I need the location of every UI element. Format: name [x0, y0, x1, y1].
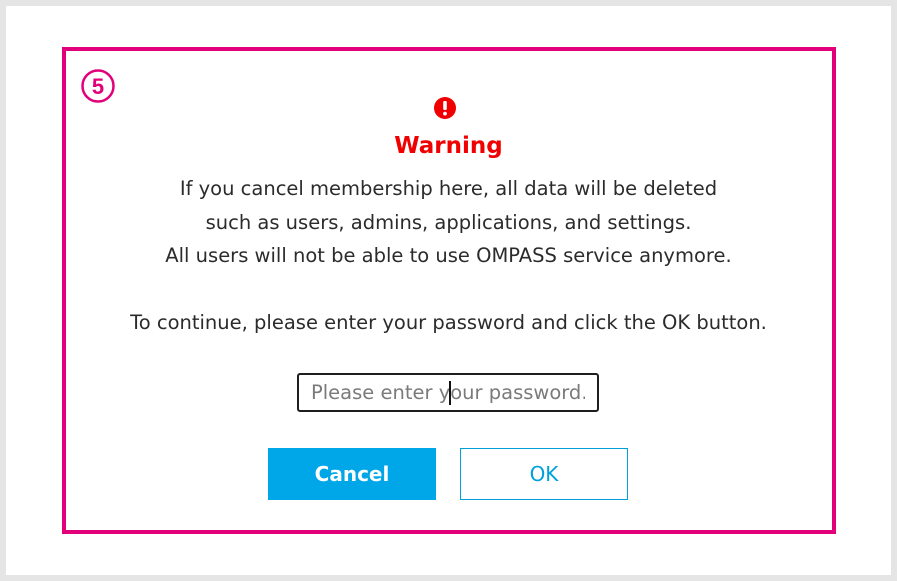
- step-number-icon: 5: [80, 68, 116, 104]
- message-spacer: [0, 273, 897, 307]
- message-line: such as users, admins, applications, and…: [205, 210, 692, 234]
- ok-button[interactable]: OK: [460, 448, 628, 500]
- warning-title: Warning: [394, 133, 503, 159]
- message-line: If you cancel membership here, all data …: [179, 177, 718, 200]
- password-input[interactable]: [299, 375, 597, 410]
- text-caret: [449, 381, 451, 405]
- svg-text:5: 5: [92, 74, 104, 99]
- password-field[interactable]: [297, 373, 599, 412]
- cancel-button[interactable]: Cancel: [268, 448, 436, 500]
- message-line: All users will not be able to use OMPASS…: [165, 244, 732, 267]
- instruction-text: To continue, please enter your password …: [130, 311, 767, 334]
- warning-message: If you cancel membership here, all data …: [0, 172, 897, 340]
- warning-icon: [433, 96, 457, 120]
